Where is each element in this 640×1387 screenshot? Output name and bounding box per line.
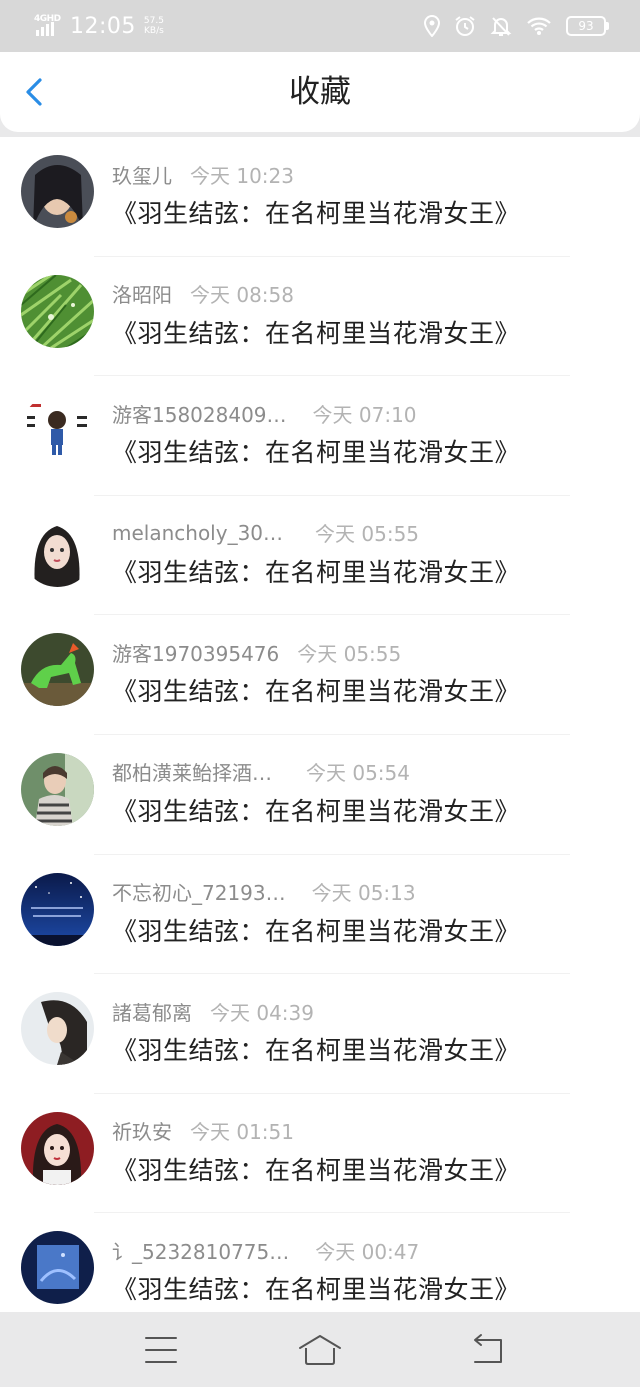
location-icon [424,15,440,37]
list-item[interactable]: 玖玺儿 今天 10:23 《羽生结弦：在名柯里当花滑女王》 [0,137,640,257]
work-title[interactable]: 《羽生结弦：在名柯里当花滑女王》 [112,912,520,948]
timestamp: 今天 10:23 [190,163,294,188]
mute-icon [490,17,512,36]
timestamp: 今天 05:54 [306,761,410,786]
status-time: 12:05 [70,13,136,39]
alarm-icon [455,16,475,36]
avatar[interactable] [21,394,94,468]
network-speed-value: 57.5 [143,16,164,26]
avatar[interactable] [21,752,94,826]
timestamp: 今天 05:13 [311,881,416,906]
work-title[interactable]: 《羽生结弦：在名柯里当花滑女王》 [112,1151,520,1187]
item-meta: 都柏潢莱鲐择酒… 今天 05:54 [112,757,410,787]
user-name[interactable]: 諸葛郁离 [112,997,192,1026]
battery-icon: 93 [566,16,609,36]
home-icon [299,1335,341,1365]
list-item[interactable]: 游客158028409… 今天 07:10 《羽生结弦：在名柯里当花滑女王》 [0,376,640,496]
user-name[interactable]: 玖玺儿 [112,160,172,189]
avatar[interactable] [21,872,94,946]
timestamp: 今天 05:55 [315,522,420,547]
work-title[interactable]: 《羽生结弦：在名柯里当花滑女王》 [112,433,520,469]
avatar[interactable] [21,274,94,348]
list-item[interactable]: 諸葛郁离 今天 04:39 《羽生结弦：在名柯里当花滑女王》 [0,974,640,1094]
list-item[interactable]: 不忘初心_72193… 今天 05:13 《羽生结弦：在名柯里当花滑女王》 [0,855,640,975]
timestamp: 今天 08:58 [190,283,294,308]
work-title[interactable]: 《羽生结弦：在名柯里当花滑女王》 [112,553,520,589]
item-meta: 不忘初心_72193… 今天 05:13 [112,877,416,907]
timestamp: 今天 00:47 [315,1239,420,1264]
home-button[interactable] [296,1330,342,1370]
wifi-icon [527,17,551,35]
list-item[interactable]: 都柏潢莱鲐择酒… 今天 05:54 《羽生结弦：在名柯里当花滑女王》 [0,735,640,855]
item-meta: 祈玖安 今天 01:51 [112,1116,294,1146]
item-meta: 游客158028409… 今天 07:10 [112,398,417,428]
list-item[interactable]: 游客1970395476 今天 05:55 《羽生结弦：在名柯里当花滑女王》 [0,615,640,735]
item-meta: 諸葛郁离 今天 04:39 [112,996,314,1026]
return-button[interactable] [465,1330,511,1370]
menu-icon [145,1337,177,1363]
signal-icon: 4GHD [34,14,62,38]
timestamp: 今天 05:55 [297,641,402,666]
page-title: 收藏 [289,74,351,110]
timestamp: 今天 04:39 [210,1000,314,1025]
work-title[interactable]: 《羽生结弦：在名柯里当花滑女王》 [112,194,520,230]
favorites-list: 玖玺儿 今天 10:23 《羽生结弦：在名柯里当花滑女王》 洛昭阳 今天 08:… [0,137,640,1312]
avatar[interactable] [21,992,94,1066]
item-meta: 洛昭阳 今天 08:58 [112,279,294,309]
user-name[interactable]: 游客158028409… [112,399,287,428]
user-name[interactable]: 讠_5232810775… [112,1236,289,1265]
list-item[interactable]: 讠_5232810775… 今天 00:47 《羽生结弦：在名柯里当花滑女王》 [0,1213,640,1312]
item-meta: melancholy_30… 今天 05:55 [112,518,419,548]
status-bar: 4GHD 12:05 57.5 KB/s 93 [0,0,640,52]
user-name[interactable]: 洛昭阳 [112,279,172,308]
list-item[interactable]: 祈玖安 今天 01:51 《羽生结弦：在名柯里当花滑女王》 [0,1094,640,1214]
network-speed: 57.5 KB/s [144,16,164,36]
work-title[interactable]: 《羽生结弦：在名柯里当花滑女王》 [112,792,520,828]
avatar[interactable] [21,155,94,228]
avatar[interactable] [21,1231,94,1305]
work-title[interactable]: 《羽生结弦：在名柯里当花滑女王》 [112,1031,520,1067]
item-meta: 游客1970395476 今天 05:55 [112,637,401,667]
user-name[interactable]: 都柏潢莱鲐择酒… [112,757,272,786]
timestamp: 今天 01:51 [190,1120,294,1145]
system-nav-bar [0,1312,640,1387]
status-left: 4GHD 12:05 57.5 KB/s [34,10,164,42]
work-title[interactable]: 《羽生结弦：在名柯里当花滑女王》 [112,1270,520,1306]
user-name[interactable]: 不忘初心_72193… [112,877,286,906]
return-icon [474,1334,502,1363]
avatar[interactable] [21,513,94,587]
user-name[interactable]: melancholy_30… [112,521,283,545]
network-speed-unit: KB/s [144,26,164,36]
header-bar: 收藏 [0,52,640,132]
avatar[interactable] [21,633,94,707]
user-name[interactable]: 祈玖安 [112,1116,172,1145]
status-right: 93 [424,12,609,40]
item-meta: 玖玺儿 今天 10:23 [112,159,294,189]
item-meta: 讠_5232810775… 今天 00:47 [112,1235,419,1265]
timestamp: 今天 07:10 [312,402,417,427]
avatar[interactable] [21,1111,94,1185]
work-title[interactable]: 《羽生结弦：在名柯里当花滑女王》 [112,314,520,350]
menu-button[interactable] [138,1330,184,1370]
list-item[interactable]: melancholy_30… 今天 05:55 《羽生结弦：在名柯里当花滑女王》 [0,496,640,616]
work-title[interactable]: 《羽生结弦：在名柯里当花滑女王》 [112,672,520,708]
user-name[interactable]: 游客1970395476 [112,638,279,667]
list-item[interactable]: 洛昭阳 今天 08:58 《羽生结弦：在名柯里当花滑女王》 [0,257,640,377]
